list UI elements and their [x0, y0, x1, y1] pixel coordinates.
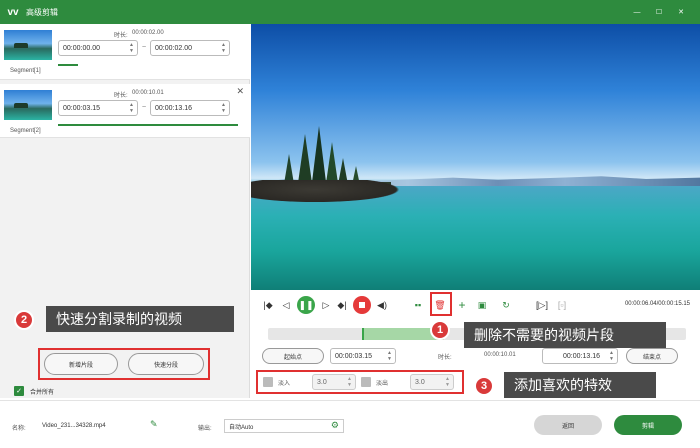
- fade-in-value: 3.0: [317, 378, 327, 386]
- bottom-bar: 名称: Video_231...34328.mp4 ✎ 输出: 自动Auto ⚙…: [0, 400, 700, 448]
- merge-all-label: 合并所有: [30, 389, 55, 396]
- fade-out-value: 3.0: [415, 378, 425, 386]
- previous-frame-icon[interactable]: ◁: [279, 298, 293, 312]
- spinner-icon[interactable]: ▲ ▼: [387, 350, 392, 362]
- output-value: 自动Auto: [229, 424, 254, 431]
- segment-duration-label: 时长:: [114, 33, 128, 39]
- segment-start-time-value: 00:00:00.00: [63, 44, 100, 52]
- set-end-label: 结束点: [642, 354, 661, 361]
- checkbox-icon: [361, 377, 371, 387]
- time-counter: 00:00:06.04/00:00:15.15: [624, 301, 690, 307]
- segment-label: Segment[1]: [10, 68, 41, 74]
- annotation-badge: 3: [474, 376, 494, 396]
- remove-segment-icon[interactable]: ✕: [236, 86, 244, 97]
- minimize-button[interactable]: —: [630, 5, 644, 19]
- fade-out-label: 淡出: [376, 380, 389, 387]
- segment-duration: 00:00:02.00: [132, 30, 164, 36]
- trim-duration: 00:00:10.01: [484, 352, 516, 358]
- edit-name-icon[interactable]: ✎: [150, 419, 158, 430]
- maximize-button[interactable]: ☐: [652, 5, 666, 19]
- rotate-icon[interactable]: ↻: [499, 298, 513, 312]
- segment-end-time-value: 00:00:13.16: [155, 104, 192, 112]
- gear-icon[interactable]: ⚙: [331, 420, 339, 431]
- spinner-icon[interactable]: ▲ ▼: [129, 42, 134, 54]
- spinner-icon[interactable]: ▲ ▼: [609, 350, 614, 362]
- segment-item[interactable]: Segment[1] 时长: 00:00:02.00 00:00:00.00 ▲…: [0, 24, 250, 80]
- segment-progress-bar: [58, 124, 238, 126]
- mark-in-icon[interactable]: [▷]: [535, 298, 549, 312]
- segment-item[interactable]: Segment[2] 时长: 00:00:10.01 00:00:03.15 ▲…: [0, 84, 250, 138]
- name-label: 名称:: [12, 426, 26, 432]
- close-button[interactable]: ✕: [674, 5, 688, 19]
- segment-end-time-input[interactable]: 00:00:02.00 ▲ ▼: [150, 40, 230, 56]
- fade-out-duration-input[interactable]: 3.0 ▲ ▼: [410, 374, 454, 390]
- copy-icon[interactable]: ▣: [475, 298, 489, 312]
- highlight-box: [430, 292, 452, 316]
- trim-duration-label: 时长:: [438, 355, 452, 361]
- add-icon[interactable]: +: [455, 298, 469, 312]
- set-start-label: 起始点: [283, 354, 302, 361]
- merge-all-checkbox[interactable]: ✓ 合并所有: [14, 386, 54, 396]
- segment-thumbnail: [4, 90, 52, 120]
- output-select[interactable]: 自动Auto ⚙: [224, 419, 344, 433]
- set-end-button[interactable]: 结束点: [626, 348, 678, 364]
- end-time-input[interactable]: 00:00:13.16 ▲ ▼: [542, 348, 618, 364]
- trim-row: 起始点 00:00:03.15 ▲ ▼ 时长: 00:00:10.01 00:00…: [262, 348, 692, 366]
- quick-split-button[interactable]: 快速分段: [128, 353, 204, 375]
- go-to-start-icon[interactable]: |◆: [261, 298, 275, 312]
- title-bar: vv 高级剪辑 — ☐ ✕: [0, 0, 700, 24]
- set-start-button[interactable]: 起始点: [262, 348, 324, 364]
- segment-duration-label: 时长:: [114, 93, 128, 99]
- window-title: 高级剪辑: [26, 7, 58, 17]
- fade-out-checkbox[interactable]: 淡出: [361, 374, 388, 390]
- split-icon[interactable]: ▪▪: [411, 298, 425, 312]
- checkbox-icon: [263, 377, 273, 387]
- spinner-icon[interactable]: ▲ ▼: [445, 376, 450, 388]
- segment-start-time-input[interactable]: 00:00:00.00 ▲ ▼: [58, 40, 138, 56]
- spinner-icon[interactable]: ▲ ▼: [221, 42, 226, 54]
- output-label: 输出:: [198, 426, 212, 432]
- check-icon: ✓: [14, 386, 24, 396]
- range-separator: ~: [142, 104, 147, 111]
- volume-icon[interactable]: ◀): [375, 298, 389, 312]
- edit-button[interactable]: 剪辑: [614, 415, 682, 435]
- segment-progress-bar: [58, 64, 78, 66]
- annotation-badge: 2: [14, 310, 34, 330]
- start-time-input[interactable]: 00:00:03.15 ▲ ▼: [330, 348, 396, 364]
- segment-end-time-input[interactable]: 00:00:13.16 ▲ ▼: [150, 100, 230, 116]
- segment-duration: 00:00:10.01: [132, 90, 164, 96]
- fade-in-duration-input[interactable]: 3.0 ▲ ▼: [312, 374, 356, 390]
- player-controls: |◆ ◁ ❚❚ ▷ ◆| ◀) ▪▪ 🗑 + ▣ ↻ [▷] [▫] 00:00…: [251, 290, 700, 320]
- new-segment-button[interactable]: 新增片段: [44, 353, 118, 375]
- stop-button[interactable]: [353, 296, 371, 314]
- spinner-icon[interactable]: ▲ ▼: [347, 376, 352, 388]
- fade-in-label: 淡入: [278, 380, 291, 387]
- segment-start-time-input[interactable]: 00:00:03.15 ▲ ▼: [58, 100, 138, 116]
- segment-label: Segment[2]: [10, 128, 41, 134]
- segment-thumbnail: [4, 30, 52, 60]
- segment-end-time-value: 00:00:02.00: [155, 44, 192, 52]
- mark-out-icon[interactable]: [▫]: [555, 298, 569, 312]
- annotation-callout: 删除不需要的视频片段: [464, 322, 666, 348]
- spinner-icon[interactable]: ▲ ▼: [129, 102, 134, 114]
- go-to-end-icon[interactable]: ◆|: [335, 298, 349, 312]
- annotation-badge: 1: [430, 320, 450, 340]
- spinner-icon[interactable]: ▲ ▼: [221, 102, 226, 114]
- video-preview: [251, 24, 700, 290]
- pause-button[interactable]: ❚❚: [297, 296, 315, 314]
- fade-in-checkbox[interactable]: 淡入: [263, 374, 290, 390]
- back-button[interactable]: 返回: [534, 415, 602, 435]
- app-logo-icon: vv: [7, 6, 19, 18]
- annotation-callout: 快速分割录制的视频: [46, 306, 234, 332]
- start-time-value: 00:00:03.15: [335, 352, 372, 360]
- segment-start-time-value: 00:00:03.15: [63, 104, 100, 112]
- segment-panel: Segment[1] 时长: 00:00:02.00 00:00:00.00 ▲…: [0, 24, 250, 398]
- annotation-callout: 添加喜欢的特效: [504, 372, 656, 398]
- range-separator: ~: [142, 44, 147, 51]
- end-time-value: 00:00:13.16: [563, 352, 600, 360]
- next-frame-icon[interactable]: ▷: [319, 298, 333, 312]
- shore-rocks: [251, 180, 411, 204]
- file-name: Video_231...34328.mp4: [42, 423, 106, 429]
